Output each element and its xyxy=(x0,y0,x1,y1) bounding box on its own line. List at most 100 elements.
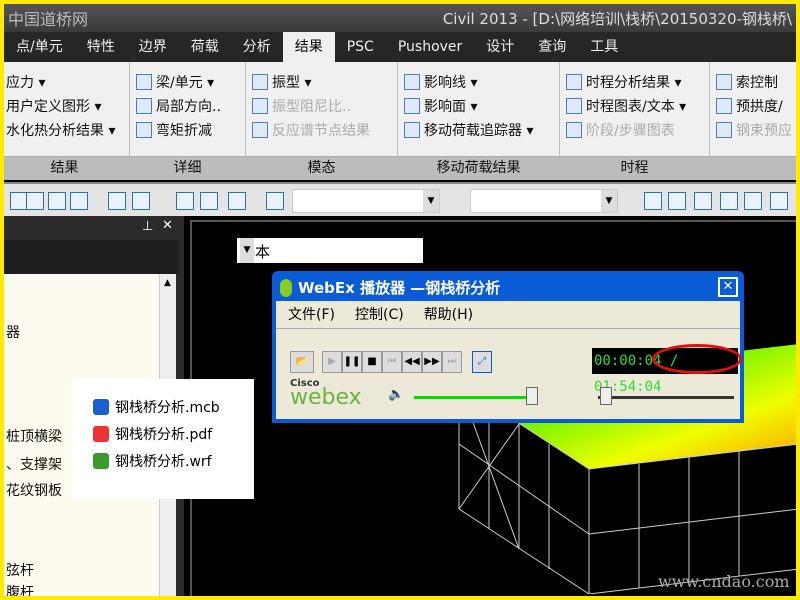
ribbon-item[interactable]: 时程分析结果 ▾ xyxy=(566,72,681,92)
ribbon-item[interactable]: 弯矩折减 xyxy=(136,120,212,140)
toolbar-tool-icon[interactable] xyxy=(228,192,246,210)
ribbon-item[interactable]: 索控制 xyxy=(716,72,778,92)
file-item[interactable]: 钢栈桥分析.wrf xyxy=(93,451,212,471)
tab-5[interactable]: 结果 xyxy=(282,32,335,62)
tab-2[interactable]: 边界 xyxy=(127,32,179,62)
tree-item[interactable]: 桩顶横梁 xyxy=(6,426,62,446)
ribbon-item[interactable]: 影响线 ▾ xyxy=(404,72,477,92)
tab-7[interactable]: Pushover xyxy=(386,32,474,62)
ribbon-item-icon xyxy=(136,74,152,90)
chevron-down-icon[interactable]: ▼ xyxy=(423,190,439,212)
toolbar-tool-icon[interactable] xyxy=(720,192,738,210)
ribbon: 应力 ▾ 用户定义图形 ▾ 水化热分析结果 ▾ 结果 梁/单元 ▾ 局部方向.. 弯矩折减详… xyxy=(4,62,796,180)
tab-3[interactable]: 荷载 xyxy=(179,32,231,62)
ribbon-item[interactable]: 时程图表/文本 ▾ xyxy=(566,96,686,116)
chevron-down-icon[interactable]: ▼ xyxy=(240,238,254,263)
tree-item[interactable]: 弦杆 xyxy=(6,560,34,580)
ribbon-item[interactable]: 影响面 ▾ xyxy=(404,96,477,116)
ribbon-item[interactable]: 预拱度/ xyxy=(716,96,783,116)
dialog-body: 文件(F) 控制(C) 帮助(H) 📂 ▶ ❚❚ ■ ⏮ ◀◀ ▶▶ ⏭ ⤢ 00:… xyxy=(276,301,742,419)
toolbar-tool-icon[interactable] xyxy=(266,192,284,210)
progress-slider[interactable] xyxy=(598,396,734,399)
toolbar-combo-1[interactable]: ▼ xyxy=(292,189,440,213)
tree-item[interactable]: 腹杆 xyxy=(6,582,34,596)
ribbon-item[interactable]: 移动荷载追踪器 ▾ xyxy=(404,120,533,140)
toolbar-tool-icon[interactable] xyxy=(176,192,194,210)
fullscreen-button[interactable]: ⤢ xyxy=(472,351,492,373)
tab-0[interactable]: 点/单元 xyxy=(4,32,75,62)
ribbon-item-label: 水化热分析结果 ▾ xyxy=(6,123,116,139)
ribbon-item[interactable]: 振型阻尼比.. xyxy=(252,96,351,116)
tab-4[interactable]: 分析 xyxy=(231,32,283,62)
tab-10[interactable]: 工具 xyxy=(578,32,630,62)
tree-item[interactable]: 器 xyxy=(6,322,20,342)
ribbon-item[interactable]: 用户定义图形 ▾ xyxy=(6,96,101,116)
ribbon-item[interactable]: 阶段/步骤图表 xyxy=(566,120,675,140)
ribbon-item[interactable]: 水化热分析结果 ▾ xyxy=(6,120,115,140)
toolbar-tool-icon[interactable] xyxy=(668,192,686,210)
view-combo[interactable]: 基本 ▼ xyxy=(237,238,423,263)
ribbon-item[interactable]: 钢束预应 xyxy=(716,120,792,140)
ribbon-item-icon xyxy=(566,122,582,138)
toolbar-tool-icon[interactable] xyxy=(770,192,788,210)
toolbar-combo-2[interactable]: ▼ xyxy=(470,189,618,213)
pause-button[interactable]: ❚❚ xyxy=(342,351,362,373)
file-item[interactable]: 钢栈桥分析.mcb xyxy=(93,397,220,417)
ribbon-item-label: 应力 ▾ xyxy=(6,75,46,91)
toolbar-tool-icon[interactable] xyxy=(26,192,44,210)
tab-1[interactable]: 特性 xyxy=(75,32,127,62)
ribbon-group-label: 结果 xyxy=(4,157,129,180)
speaker-icon[interactable]: 🔈 xyxy=(388,387,404,402)
toolbar-tool-icon[interactable] xyxy=(744,192,762,210)
menu-item[interactable]: 文件(F) xyxy=(288,301,335,328)
tree-item[interactable]: 花纹钢板 xyxy=(6,480,62,500)
chevron-down-icon[interactable]: ▼ xyxy=(601,190,617,212)
toolbar-tool-icon[interactable] xyxy=(200,192,218,210)
file-name: 钢栈桥分析.wrf xyxy=(115,454,212,470)
ribbon-item[interactable]: 振型 ▾ xyxy=(252,72,311,92)
volume-thumb[interactable] xyxy=(525,387,538,405)
tab-8[interactable]: 设计 xyxy=(474,32,526,62)
close-icon[interactable]: ✕ xyxy=(162,218,173,233)
fast-forward-button[interactable]: ▶▶ xyxy=(422,351,442,373)
menu-item[interactable]: 控制(C) xyxy=(355,301,404,328)
menu-item[interactable]: 帮助(H) xyxy=(424,301,473,328)
ribbon-item-label: 影响面 ▾ xyxy=(424,99,478,115)
toolbar-tool-icon[interactable] xyxy=(70,192,88,210)
open-button[interactable]: 📂 xyxy=(290,351,314,373)
webex-recording-icon xyxy=(93,453,109,469)
pin-icon[interactable]: ⊥ xyxy=(142,219,153,234)
ribbon-item[interactable]: 应力 ▾ xyxy=(6,72,45,92)
webex-player-dialog: WebEx 播放器 —钢栈桥分析 ✕ 文件(F) 控制(C) 帮助(H) 📂 ▶ ❚… xyxy=(272,271,744,423)
ribbon-item-label: 反应谱节点结果 xyxy=(272,123,370,139)
toolbar-tool-icon[interactable] xyxy=(48,192,66,210)
toolbar-tool-icon[interactable] xyxy=(132,192,150,210)
tab-9[interactable]: 查询 xyxy=(526,32,578,62)
file-item[interactable]: 钢栈桥分析.pdf xyxy=(93,424,212,444)
ribbon-item-label: 索控制 xyxy=(736,75,778,91)
scroll-up-icon[interactable]: ▲ xyxy=(164,278,171,288)
ribbon-item-label: 振型阻尼比.. xyxy=(272,99,351,115)
ribbon-item[interactable]: 梁/单元 ▾ xyxy=(136,72,214,92)
tab-6[interactable]: PSC xyxy=(335,32,386,62)
tree-item[interactable]: 、支撑架 xyxy=(6,454,62,474)
toolbar-tool-icon[interactable] xyxy=(108,192,126,210)
toolbar-tool-icon[interactable] xyxy=(644,192,662,210)
ribbon-item[interactable]: 局部方向.. xyxy=(136,96,221,116)
skip-end-button[interactable]: ⏭ xyxy=(442,351,462,373)
title-bar: 中国道桥网 Civil 2013 - [D:\网络培训\栈桥\20150320-… xyxy=(4,4,796,32)
toolbar-tool-icon[interactable] xyxy=(694,192,712,210)
ribbon-tabs: 点/单元 特性 边界 荷载 分析 结果 PSC Pushover 设计 查询 工具 xyxy=(4,32,796,62)
volume-slider[interactable] xyxy=(414,396,538,399)
dialog-title: WebEx 播放器 —钢栈桥分析 xyxy=(298,279,501,297)
ribbon-item-icon xyxy=(404,122,420,138)
close-button[interactable]: ✕ xyxy=(718,277,738,297)
ribbon-item-icon xyxy=(252,122,268,138)
play-button[interactable]: ▶ xyxy=(322,351,342,373)
progress-thumb[interactable] xyxy=(600,387,612,405)
stop-button[interactable]: ■ xyxy=(362,351,382,373)
ribbon-item[interactable]: 反应谱节点结果 xyxy=(252,120,370,140)
rewind-button[interactable]: ◀◀ xyxy=(402,351,422,373)
elapsed-time: 00:00:04 xyxy=(594,353,662,369)
skip-start-button[interactable]: ⏮ xyxy=(382,351,402,373)
